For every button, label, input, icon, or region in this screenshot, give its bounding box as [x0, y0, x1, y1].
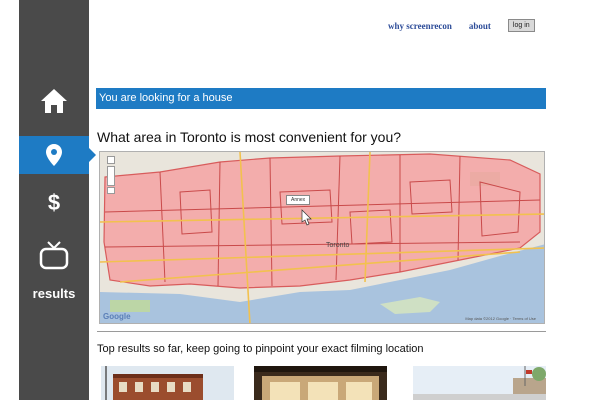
nav-link-about[interactable]: about [469, 21, 491, 31]
question-heading: What area in Toronto is most convenient … [97, 129, 402, 145]
sidebar-item-location[interactable] [19, 136, 96, 174]
login-button[interactable]: log in [507, 19, 535, 32]
map-tooltip: Annex [286, 195, 311, 205]
nav-link-why[interactable]: why screenrecon [388, 21, 452, 31]
result-thumbnail-2[interactable] [254, 366, 387, 400]
map-label-toronto: Toronto [326, 242, 349, 249]
house-photo-1 [101, 366, 234, 400]
google-logo: Google [103, 312, 131, 321]
house-photo-3 [413, 366, 546, 400]
divider [97, 331, 546, 332]
house-photo-2 [254, 366, 387, 400]
dollar-icon: $ [48, 190, 60, 215]
search-context-banner: You are looking for a house [96, 88, 546, 109]
tv-icon [39, 241, 69, 270]
sidebar-item-tv[interactable] [19, 236, 89, 274]
map-canvas: Toronto [100, 152, 544, 323]
results-heading: Top results so far, keep going to pinpoi… [97, 343, 424, 355]
location-pin-icon [46, 144, 62, 166]
home-icon [41, 89, 67, 113]
map-zoom-control[interactable] [104, 156, 118, 194]
top-nav: why screenrecon about log in [388, 19, 535, 32]
sidebar-item-home[interactable] [19, 82, 89, 120]
map-copyright: Map data ©2012 Google · Terms of Use [465, 316, 536, 321]
toronto-map[interactable]: Toronto Annex Google Map data ©2012 Goog… [99, 151, 545, 324]
result-thumbnail-3[interactable] [413, 366, 546, 400]
sidebar: $ results [19, 0, 96, 400]
sidebar-item-budget[interactable]: $ [19, 183, 89, 221]
sidebar-item-results[interactable]: results [19, 286, 89, 301]
result-thumbnail-1[interactable] [101, 366, 234, 400]
svg-text:$: $ [48, 190, 60, 215]
